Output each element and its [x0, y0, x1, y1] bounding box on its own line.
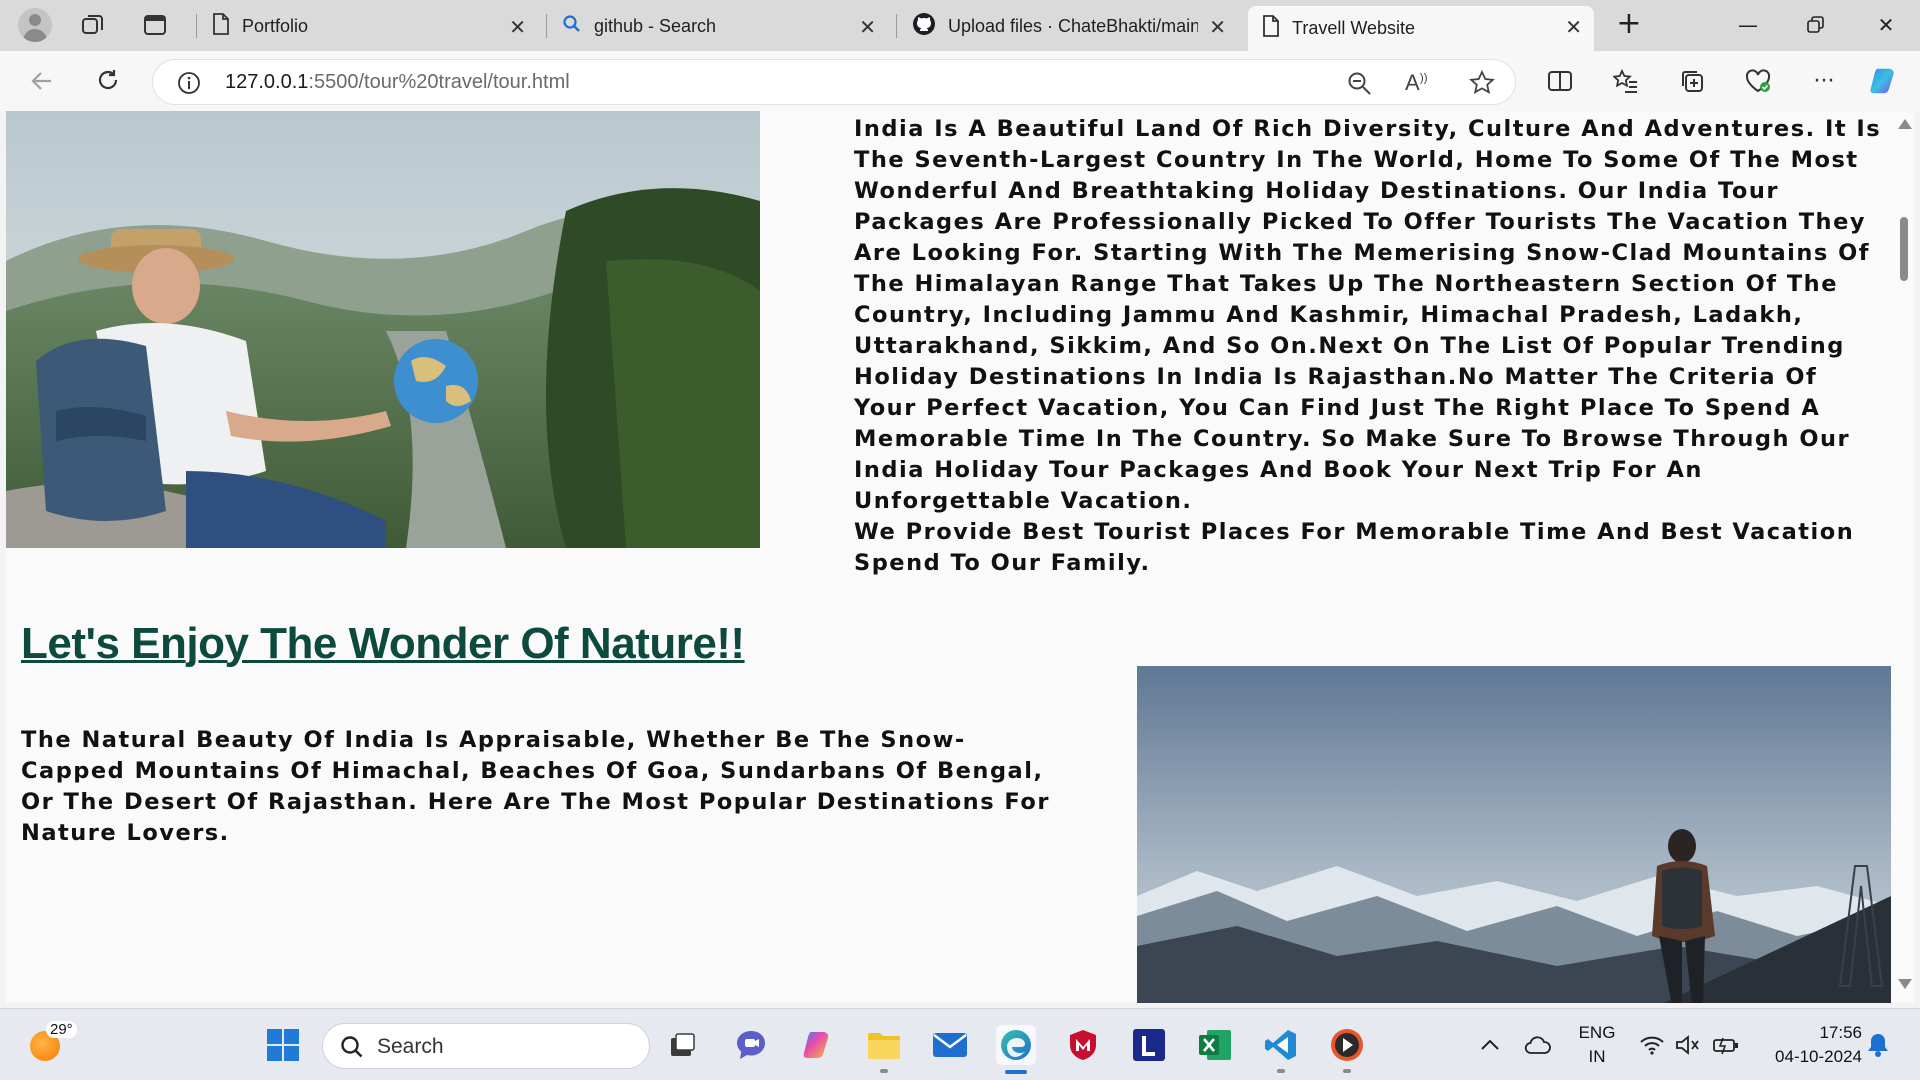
vertical-tabs-icon[interactable] [140, 10, 170, 40]
tab-title: github - Search [594, 15, 717, 36]
close-icon[interactable]: ✕ [1209, 15, 1226, 40]
page-viewport: India Is A Beautiful Land Of Rich Divers… [6, 111, 1894, 1003]
close-icon[interactable]: ✕ [859, 15, 876, 40]
tab-separator [546, 14, 547, 38]
site-info-icon[interactable] [177, 71, 201, 99]
workspaces-icon[interactable] [78, 10, 108, 40]
intro-text-block: India Is A Beautiful Land Of Rich Divers… [854, 114, 1884, 579]
notification-bell-icon[interactable] [1858, 1025, 1898, 1065]
tab-github-search[interactable]: github - Search ✕ [548, 6, 888, 46]
close-icon[interactable]: ✕ [509, 15, 526, 40]
active-app-indicator [1005, 1070, 1027, 1074]
tab-upload-files[interactable]: Upload files · ChateBhakti/mainf ✕ [898, 6, 1238, 46]
close-icon[interactable]: ✕ [1565, 15, 1582, 40]
excel-icon[interactable] [1195, 1025, 1235, 1065]
edge-browser-icon[interactable] [996, 1025, 1036, 1065]
tab-separator [196, 14, 197, 38]
favorite-star-icon[interactable] [1469, 69, 1495, 100]
url-host: 127.0.0.1 [225, 71, 309, 93]
browser-tab-strip: Portfolio ✕ github - Search ✕ Upload fil… [0, 0, 1920, 51]
onedrive-cloud-icon[interactable] [1518, 1025, 1558, 1065]
l-app-icon[interactable] [1129, 1025, 1169, 1065]
search-label: Search [377, 1035, 444, 1058]
restore-icon[interactable] [1788, 8, 1844, 42]
windows-start-icon[interactable] [263, 1025, 303, 1065]
url-text[interactable]: 127.0.0.1:5500/tour%20travel/tour.html [225, 71, 570, 94]
profile-head-shape [29, 14, 41, 26]
taskbar-search-box[interactable]: Search [322, 1023, 650, 1069]
back-arrow-icon[interactable] [26, 65, 58, 97]
address-bar[interactable]: 127.0.0.1:5500/tour%20travel/tour.html A… [152, 59, 1516, 105]
profile-avatar[interactable] [18, 8, 52, 42]
intro-paragraph-2: We Provide Best Tourist Places For Memor… [854, 519, 1855, 576]
weather-temperature: 29° [46, 1021, 77, 1038]
browser-essentials-icon[interactable] [1742, 65, 1774, 97]
url-path: :5500/tour%20travel/tour.html [308, 71, 570, 93]
clock-time[interactable]: 17:56 [1752, 1023, 1862, 1043]
collections-icon[interactable] [1676, 65, 1708, 97]
browser-toolbar: 127.0.0.1:5500/tour%20travel/tour.html A… [0, 51, 1920, 111]
tab-title: Upload files · ChateBhakti/mainf [948, 15, 1198, 36]
tab-title: Travell Website [1292, 18, 1416, 38]
nature-heading[interactable]: Let's Enjoy The Wonder Of Nature!! [21, 619, 745, 669]
hiker-with-globe-image [6, 111, 760, 548]
search-icon [339, 1034, 365, 1064]
tab-separator [896, 14, 897, 38]
windows-taskbar: 29° Search ENG IN 17:56 04-10-2024 [0, 1008, 1920, 1080]
media-player-icon[interactable] [1327, 1025, 1367, 1065]
region-label[interactable]: IN [1572, 1047, 1622, 1067]
language-label[interactable]: ENG [1572, 1023, 1622, 1043]
running-indicator [1343, 1069, 1351, 1073]
close-window-icon[interactable]: ✕ [1858, 8, 1914, 42]
scroll-thumb[interactable] [1900, 217, 1908, 281]
refresh-icon[interactable] [92, 65, 124, 97]
favorites-list-icon[interactable] [1610, 65, 1642, 97]
volume-muted-icon[interactable] [1668, 1025, 1708, 1065]
show-hidden-icons-chevron-icon[interactable] [1470, 1025, 1510, 1065]
read-aloud-icon[interactable]: A)) [1405, 70, 1428, 96]
running-indicator [1277, 1069, 1285, 1073]
minimize-icon[interactable]: — [1720, 8, 1776, 42]
zoom-out-icon[interactable] [1347, 71, 1373, 101]
page-scrollbar[interactable] [1894, 111, 1914, 1003]
clock-date[interactable]: 04-10-2024 [1752, 1047, 1862, 1067]
more-options-icon[interactable]: ··· [1808, 65, 1840, 97]
profile-body-shape [23, 29, 47, 42]
new-tab-plus-icon[interactable]: + [1614, 6, 1644, 41]
search-icon [562, 14, 582, 39]
teams-chat-icon[interactable] [731, 1025, 771, 1065]
intro-paragraph: India Is A Beautiful Land Of Rich Divers… [854, 116, 1882, 514]
split-screen-icon[interactable] [1544, 65, 1576, 97]
task-view-icon[interactable] [663, 1025, 703, 1065]
file-explorer-icon[interactable] [864, 1025, 904, 1065]
battery-icon[interactable] [1706, 1025, 1746, 1065]
tab-travell-website[interactable]: Travell Website ✕ [1248, 6, 1594, 51]
page-icon [212, 12, 230, 40]
scroll-up-arrow-icon[interactable] [1898, 119, 1912, 129]
running-indicator [880, 1069, 888, 1073]
copilot-icon[interactable] [1868, 65, 1900, 97]
snowy-mountain-image [1137, 666, 1891, 1003]
vscode-icon[interactable] [1261, 1025, 1301, 1065]
copilot-taskbar-icon[interactable] [798, 1025, 838, 1065]
nature-paragraph: The Natural Beauty Of India Is Appraisab… [21, 727, 1050, 846]
mcafee-shield-icon[interactable] [1063, 1025, 1103, 1065]
mail-icon[interactable] [930, 1025, 970, 1065]
page-icon [1262, 15, 1280, 42]
wifi-icon[interactable] [1632, 1025, 1672, 1065]
tab-title: Portfolio [242, 15, 309, 36]
scroll-down-arrow-icon[interactable] [1898, 979, 1912, 989]
github-icon [912, 12, 936, 41]
tab-portfolio[interactable]: Portfolio ✕ [198, 6, 538, 46]
